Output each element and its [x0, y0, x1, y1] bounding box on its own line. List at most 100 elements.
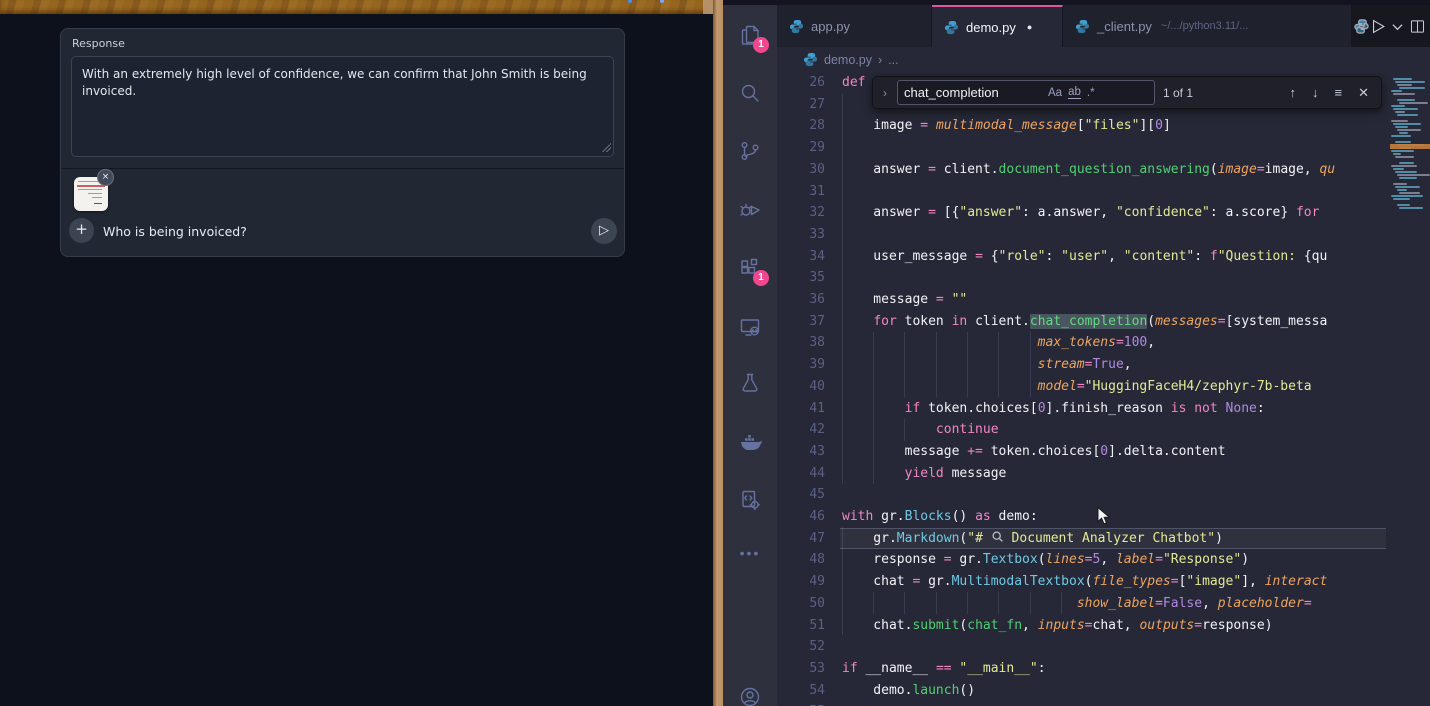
code-line[interactable]: 45: [777, 484, 842, 506]
line-number: 30: [777, 159, 825, 181]
code-line[interactable]: 26def: [777, 72, 865, 94]
resize-handle-icon[interactable]: [602, 143, 611, 152]
code-line[interactable]: 48 response = gr.Textbox(lines=5, label=…: [777, 549, 1249, 571]
code-line[interactable]: 46with gr.Blocks() as demo:: [777, 506, 1038, 528]
titlebar-blue-dot: [660, 0, 664, 3]
find-results-count: 1 of 1: [1163, 86, 1193, 100]
magnifier-emoji-icon: [991, 531, 1004, 546]
remove-image-button[interactable]: ×: [97, 169, 114, 186]
tab-demo-py[interactable]: demo.py ●: [932, 5, 1063, 47]
code-line[interactable]: 50 show_label=False, placeholder=: [777, 593, 1312, 615]
send-button[interactable]: ▷: [591, 218, 617, 244]
vscode-window: 1 1 •••: [723, 0, 1430, 706]
find-close-button[interactable]: ✕: [1354, 85, 1373, 101]
run-and-debug-icon[interactable]: [738, 197, 762, 221]
chat-input-text[interactable]: Who is being invoiced?: [103, 224, 247, 239]
code-line[interactable]: 28 image = multimodal_message["files"][0…: [777, 115, 1171, 137]
find-expand-chevron[interactable]: ›: [881, 86, 889, 100]
testing-beaker-icon[interactable]: [738, 371, 762, 395]
browser-titlebar: [0, 0, 713, 14]
code-line[interactable]: 39 stream=True,: [777, 354, 1132, 376]
docker-icon[interactable]: [738, 430, 762, 454]
code-line[interactable]: 36 message = "": [777, 289, 967, 311]
minimap-line: [1397, 189, 1407, 191]
source-control-icon[interactable]: [738, 139, 762, 163]
whole-word-toggle[interactable]: ab: [1068, 86, 1081, 99]
minimap-line: [1395, 141, 1411, 143]
code-line[interactable]: 53if __name__ == "__main__":: [777, 658, 1046, 680]
code-line[interactable]: 44 yield message: [777, 463, 1006, 485]
regex-toggle[interactable]: .*: [1087, 87, 1095, 99]
card-divider: [61, 168, 624, 169]
line-number: 35: [777, 267, 825, 289]
line-number: 49: [777, 571, 825, 593]
find-next-button[interactable]: ↓: [1308, 85, 1323, 100]
gradio-app-window: Response With an extremely high level of…: [0, 0, 713, 706]
tab-app-py[interactable]: app.py: [777, 5, 932, 47]
tab-dirty-dot[interactable]: ●: [1027, 22, 1032, 32]
code-line[interactable]: 41 if token.choices[0].finish_reason is …: [777, 398, 1265, 420]
line-number: 50: [777, 593, 825, 615]
code-line[interactable]: 37 for token in client.chat_completion(m…: [777, 311, 1327, 333]
code-line[interactable]: 30 answer = client.document_question_ans…: [777, 159, 1335, 181]
code-line[interactable]: 38 max_tokens=100,: [777, 332, 1155, 354]
line-number: 42: [777, 419, 825, 441]
line-number: 39: [777, 354, 825, 376]
match-case-toggle[interactable]: Aa: [1048, 87, 1062, 99]
code-line[interactable]: 33: [777, 224, 842, 246]
minimap-line: [1395, 171, 1417, 173]
line-number: 36: [777, 289, 825, 311]
more-actions-icon[interactable]: •••: [738, 545, 762, 569]
code-runner-icon[interactable]: [738, 488, 762, 512]
code-line[interactable]: 34 user_message = {"role": "user", "cont…: [777, 246, 1327, 268]
code-line[interactable]: 29: [777, 137, 842, 159]
line-number: 43: [777, 441, 825, 463]
code-lines[interactable]: 26def2728 image = multimodal_message["fi…: [777, 72, 1386, 706]
minimap-line: [1393, 198, 1410, 200]
code-line[interactable]: 51 chat.submit(chat_fn, inputs=chat, out…: [777, 615, 1273, 637]
run-button[interactable]: [1368, 17, 1387, 36]
run-dropdown-chevron-icon[interactable]: [1392, 23, 1403, 31]
minimap-line: [1395, 111, 1405, 113]
extensions-icon[interactable]: 1: [738, 256, 762, 280]
remote-explorer-icon[interactable]: [738, 315, 762, 339]
line-number: 44: [777, 463, 825, 485]
code-line[interactable]: 42 continue: [777, 419, 999, 441]
code-line[interactable]: 43 message += token.choices[0].delta.con…: [777, 441, 1226, 463]
python-file-icon: [1075, 19, 1090, 34]
find-input[interactable]: [904, 85, 1042, 100]
minimap[interactable]: [1390, 72, 1430, 706]
minimap-line: [1399, 192, 1420, 194]
add-file-button[interactable]: +: [69, 218, 94, 243]
breadcrumb-file[interactable]: demo.py: [824, 53, 872, 67]
line-number: 47: [777, 528, 825, 550]
code-line[interactable]: 54 demo.launch(): [777, 680, 975, 702]
titlebar-blue-dot: [628, 0, 632, 3]
code-line[interactable]: 52: [777, 636, 842, 658]
minimap-line: [1391, 150, 1414, 152]
code-editor[interactable]: 26def2728 image = multimodal_message["fi…: [777, 72, 1430, 706]
line-number: 48: [777, 549, 825, 571]
find-in-selection-button[interactable]: ≡: [1331, 85, 1347, 100]
explorer-icon[interactable]: 1: [738, 23, 762, 47]
find-previous-button[interactable]: ↑: [1286, 85, 1301, 100]
tab-client-py[interactable]: _client.py ~/.../python3.11/...: [1063, 5, 1352, 47]
code-line[interactable]: 35: [777, 267, 842, 289]
minimap-line: [1399, 207, 1423, 209]
code-line[interactable]: 32 answer = [{"answer": a.answer, "confi…: [777, 202, 1319, 224]
code-line[interactable]: 49 chat = gr.MultimodalTextbox(file_type…: [777, 571, 1327, 593]
breadcrumb[interactable]: demo.py › ...: [777, 47, 1430, 72]
minimap-search-highlight: [1390, 144, 1430, 149]
code-line[interactable]: 55: [777, 701, 842, 706]
account-icon[interactable]: [738, 685, 762, 706]
response-textarea[interactable]: With an extremely high level of confiden…: [71, 56, 614, 157]
breadcrumb-more[interactable]: ...: [888, 53, 898, 67]
code-line[interactable]: 47 gr.Markdown("# Document Analyzer Chat…: [777, 528, 1223, 550]
search-icon[interactable]: [738, 81, 762, 105]
line-number: 33: [777, 224, 825, 246]
code-line[interactable]: 27: [777, 94, 842, 116]
code-line[interactable]: 31: [777, 181, 842, 203]
split-editor-button[interactable]: [1409, 18, 1426, 35]
code-line[interactable]: 40 model="HuggingFaceH4/zephyr-7b-beta: [777, 376, 1312, 398]
line-number: 54: [777, 680, 825, 702]
